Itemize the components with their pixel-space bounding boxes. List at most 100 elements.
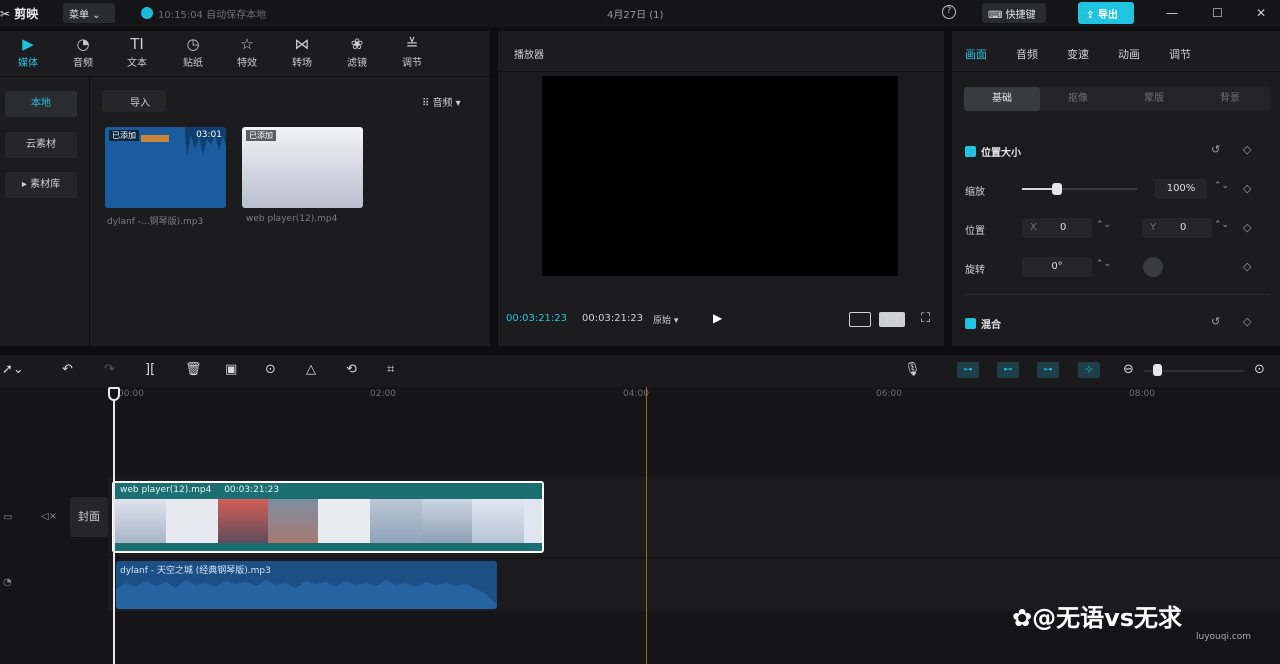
playhead-handle[interactable] [108, 387, 120, 401]
tab-transition[interactable]: ⋈ 转场 [279, 34, 325, 69]
video-frame [318, 499, 370, 543]
sidebar-item-cloud[interactable]: 云素材 [5, 132, 77, 158]
auto-snap-icon[interactable]: ⊷ [997, 362, 1019, 378]
main-track-magnet-icon[interactable]: ⊶ [957, 362, 979, 378]
ruler-tick: 08:00 [1129, 389, 1155, 399]
watermark: ✿@无语vs无求 [1012, 604, 1183, 632]
undo-icon[interactable]: ↶ [62, 362, 73, 377]
tab-audio-props[interactable]: 音频 [1016, 46, 1038, 62]
video-clip[interactable]: web player(12).mp4 00:03:21:23 [112, 481, 544, 553]
blend-checkbox[interactable] [965, 318, 976, 329]
media-tab-bar: ▶ 媒体 ◔ 音频 TI 文本 ◷ 贴纸 ☆ 特效 ⋈ 转场 ❀ 滤镜 ≚ 调节 [0, 31, 490, 77]
help-icon[interactable]: ? [942, 5, 956, 19]
tab-media[interactable]: ▶ 媒体 [5, 34, 51, 69]
sidebar-item-local[interactable]: 本地 [5, 91, 77, 117]
track-mute-icon[interactable]: ◁× [41, 511, 57, 522]
rotate-icon[interactable]: ⟲ [346, 362, 357, 377]
keyframe-icon[interactable]: ◇ [1243, 143, 1251, 156]
mirror-icon[interactable]: △ [306, 362, 316, 377]
reset-icon[interactable]: ↺ [1211, 315, 1220, 328]
position-size-checkbox[interactable] [965, 146, 976, 157]
stepper-icon[interactable]: ⌃⌄ [1096, 259, 1111, 269]
maximize-icon[interactable]: ☐ [1212, 6, 1223, 20]
shortcut-button[interactable]: ⌨ 快捷键 [982, 3, 1046, 23]
stepper-icon[interactable]: ⌃⌄ [1096, 220, 1111, 230]
save-status: 10:15:04 自动保存本地 [158, 10, 267, 21]
ratio-dropdown[interactable]: 原始 ▾ [653, 313, 678, 326]
x-value: 0 [1060, 222, 1067, 233]
audio-clip[interactable]: dylanf - 天空之城 (经典钢琴版).mp3 [116, 561, 497, 609]
zoom-slider-handle[interactable] [1153, 364, 1162, 376]
reverse-icon[interactable]: ⊙ [265, 362, 276, 377]
tab-sticker[interactable]: ◷ 贴纸 [170, 34, 216, 69]
properties-panel: 画面 音频 变速 动画 调节 基础 抠像 蒙版 背景 位置大小 ↺ ◇ 缩放 1… [952, 31, 1280, 346]
rotate-dial-icon[interactable] [1143, 257, 1163, 277]
duration-label: 03:01 [196, 130, 222, 140]
filter-icon: ❀ [350, 35, 364, 53]
sidebar-item-library[interactable]: ▸ 素材库 [5, 172, 77, 198]
rotate-value-field[interactable]: 0° [1022, 257, 1092, 277]
import-button[interactable]: 导入 [102, 90, 166, 112]
x-label: X [1030, 222, 1037, 233]
tab-audio[interactable]: ◔ 音频 [60, 34, 106, 69]
video-frame [218, 499, 268, 543]
microphone-icon[interactable]: 🎙 [904, 362, 921, 377]
crop-icon[interactable]: ⌗ [387, 362, 394, 377]
media-item-audio[interactable]: 已添加 03:01 [105, 127, 226, 208]
video-frame [472, 499, 524, 543]
position-x-field[interactable]: X 0 [1022, 218, 1092, 238]
subtab-mask[interactable]: 蒙版 [1116, 87, 1192, 111]
track-video-icon[interactable]: ▭ [3, 512, 12, 523]
time-ruler[interactable]: 00:00 02:00 04:00 06:00 08:00 [0, 387, 1280, 401]
waveform-view-icon[interactable] [849, 312, 871, 327]
media-item-name: dylanf -...钢琴版).mp3 [107, 217, 204, 227]
tab-adjust[interactable]: ≚ 调节 [389, 34, 435, 69]
stepper-icon[interactable]: ⌃⌄ [1214, 220, 1229, 230]
clip-header: web player(12).mp4 00:03:21:23 [114, 483, 542, 499]
zoom-fit-icon[interactable]: ⊙ [1254, 362, 1265, 377]
scale-value-field[interactable]: 100% [1155, 179, 1207, 199]
keyframe-icon[interactable]: ◇ [1243, 182, 1251, 195]
keyframe-icon[interactable]: ◇ [1243, 315, 1251, 328]
select-tool-icon[interactable]: ➚⌄ [2, 362, 24, 377]
tab-speed[interactable]: 变速 [1067, 46, 1089, 62]
watermark-sub: luyouqi.com [1196, 632, 1252, 642]
minimize-icon[interactable]: — [1166, 6, 1178, 20]
preview-axis-icon[interactable]: ⊹ [1078, 362, 1100, 378]
media-item-video[interactable]: 已添加 [242, 127, 363, 208]
close-icon[interactable]: ✕ [1256, 6, 1266, 20]
quality-icon[interactable] [879, 312, 905, 327]
linkage-icon[interactable]: ⊶ [1037, 362, 1059, 378]
tab-filter[interactable]: ❀ 滤镜 [334, 34, 380, 69]
delete-icon[interactable]: 🗑 [185, 362, 202, 377]
play-icon[interactable]: ▶ [713, 311, 722, 325]
keyframe-icon[interactable]: ◇ [1243, 221, 1251, 234]
adjust-icon: ≚ [405, 35, 419, 53]
cover-button[interactable]: 封面 [70, 497, 108, 537]
redo-icon[interactable]: ↷ [104, 362, 115, 377]
reset-icon[interactable]: ↺ [1211, 143, 1220, 156]
tab-adjust-props[interactable]: 调节 [1169, 46, 1191, 62]
subtab-cutout[interactable]: 抠像 [1040, 87, 1116, 111]
freeze-icon[interactable]: ▣ [225, 362, 237, 377]
position-y-field[interactable]: Y 0 [1142, 218, 1212, 238]
menu-button[interactable]: 菜单 ⌄ [63, 3, 115, 23]
split-icon[interactable]: ][ [145, 362, 155, 377]
zoom-out-icon[interactable]: ⊖ [1123, 362, 1134, 377]
marker-line [646, 387, 647, 664]
tab-animation[interactable]: 动画 [1118, 46, 1140, 62]
subtab-basic[interactable]: 基础 [964, 87, 1040, 111]
track-audio-icon[interactable]: ◔ [3, 577, 12, 588]
keyframe-icon[interactable]: ◇ [1243, 260, 1251, 273]
stepper-icon[interactable]: ⌃⌄ [1214, 181, 1229, 191]
scale-slider-handle[interactable] [1052, 183, 1062, 195]
sort-button[interactable]: ⠿ 音频 ▾ [422, 94, 461, 109]
subtab-background[interactable]: 背景 [1192, 87, 1268, 111]
tab-effects[interactable]: ☆ 特效 [224, 34, 270, 69]
tab-text[interactable]: TI 文本 [114, 34, 160, 69]
preview-screen[interactable] [542, 76, 898, 276]
tab-picture[interactable]: 画面 [965, 46, 987, 62]
fullscreen-icon[interactable]: ⛶ [921, 311, 930, 326]
export-button[interactable]: ⇪ 导出 [1078, 2, 1134, 24]
playhead[interactable] [113, 387, 115, 664]
